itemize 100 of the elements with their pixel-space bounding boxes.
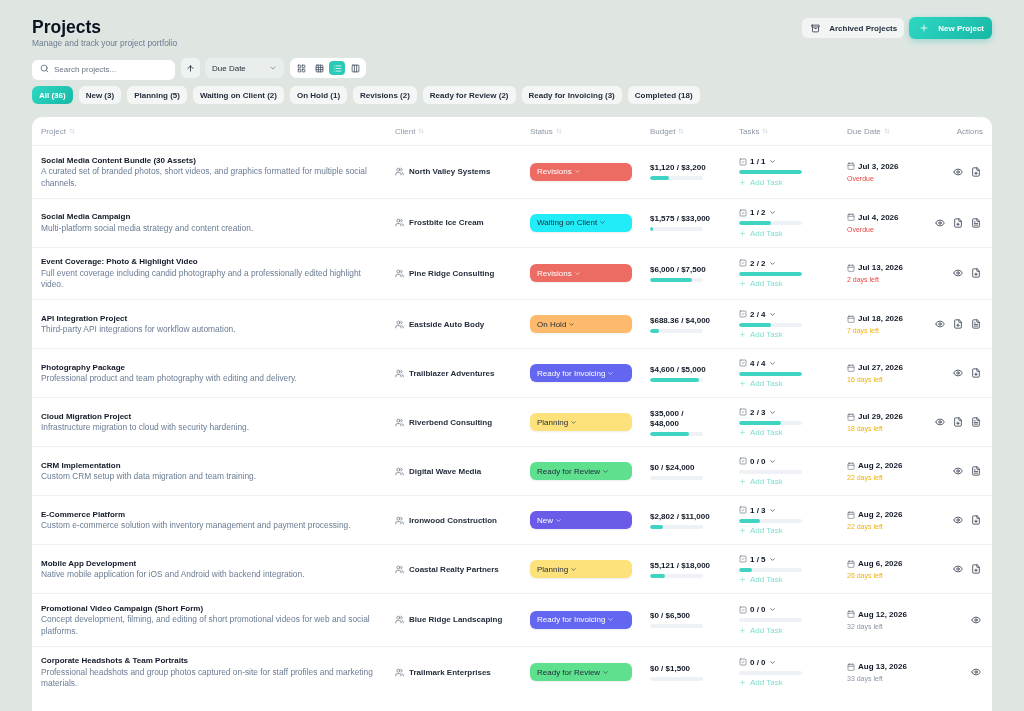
filter-chip[interactable]: Waiting on Client (2) bbox=[192, 86, 284, 104]
add-file-button[interactable] bbox=[969, 164, 983, 179]
task-count-toggle[interactable]: 1 / 5 bbox=[739, 553, 776, 565]
due-date: Aug 12, 2026 bbox=[858, 608, 907, 620]
users-icon bbox=[395, 667, 404, 677]
task-count-toggle[interactable]: 2 / 3 bbox=[739, 406, 776, 418]
plus-icon bbox=[739, 331, 746, 338]
status-dropdown[interactable]: On Hold bbox=[530, 315, 632, 333]
calendar-icon bbox=[847, 314, 855, 323]
status-dropdown[interactable]: Planning bbox=[530, 560, 632, 578]
task-count-toggle[interactable]: 4 / 4 bbox=[739, 357, 776, 369]
users-icon bbox=[395, 466, 404, 476]
budget-amount: $4,600 / $5,000 bbox=[650, 364, 706, 375]
eye-icon bbox=[935, 417, 945, 427]
chevron-down-icon bbox=[768, 606, 776, 614]
add-file-button[interactable] bbox=[969, 366, 983, 380]
document-button[interactable] bbox=[969, 415, 983, 429]
document-button[interactable] bbox=[969, 317, 983, 331]
checkbox-icon bbox=[739, 506, 747, 514]
task-count-toggle[interactable]: 2 / 4 bbox=[739, 308, 776, 320]
task-count-toggle[interactable]: 2 / 2 bbox=[739, 257, 776, 269]
filter-chip[interactable]: Completed (18) bbox=[627, 86, 700, 104]
archive-icon bbox=[811, 23, 821, 33]
calendar-icon bbox=[847, 363, 855, 372]
add-file-button[interactable] bbox=[969, 562, 983, 576]
filter-chip[interactable]: On Hold (1) bbox=[289, 86, 348, 104]
column-header: Actions bbox=[956, 126, 983, 136]
task-count-toggle[interactable]: 1 / 3 bbox=[739, 504, 776, 516]
add-file-button[interactable] bbox=[951, 415, 965, 429]
plus-icon bbox=[739, 679, 746, 687]
list-icon bbox=[332, 63, 342, 73]
eye-icon bbox=[971, 667, 981, 678]
checkbox-icon bbox=[739, 555, 747, 563]
budget-amount: $0 / $1,500 bbox=[650, 663, 691, 674]
document-icon bbox=[971, 466, 981, 476]
calendar-icon bbox=[847, 662, 855, 671]
checkbox-icon bbox=[739, 408, 747, 416]
status-dropdown[interactable]: Waiting on Client bbox=[530, 213, 632, 232]
sort-select[interactable]: Due Date bbox=[205, 58, 284, 78]
filter-chip[interactable]: Planning (5) bbox=[127, 86, 187, 104]
status-dropdown[interactable]: Ready for Invoicing bbox=[530, 364, 632, 382]
due-date: Jul 29, 2026 bbox=[858, 411, 903, 422]
project-title: Promotional Video Campaign (Short Form) bbox=[41, 602, 204, 614]
status-dropdown[interactable]: Ready for Review bbox=[530, 663, 632, 682]
plus-icon bbox=[739, 178, 746, 186]
client-name: Eastside Auto Body bbox=[409, 319, 485, 329]
filter-chip[interactable]: New (3) bbox=[78, 86, 122, 104]
sort-direction-button[interactable] bbox=[181, 58, 200, 78]
filter-chip[interactable]: Ready for Invoicing (3) bbox=[521, 86, 622, 104]
filter-chip[interactable]: Ready for Review (2) bbox=[422, 86, 516, 104]
add-file-button[interactable] bbox=[969, 513, 983, 527]
task-count-toggle[interactable]: 1 / 2 bbox=[739, 207, 776, 218]
task-count-toggle[interactable]: 0 / 0 bbox=[739, 656, 776, 668]
calendar-icon bbox=[847, 162, 855, 171]
chevron-down-icon bbox=[768, 310, 776, 318]
file-plus-icon bbox=[953, 217, 963, 228]
checkbox-icon bbox=[739, 359, 747, 367]
add-file-button[interactable] bbox=[969, 266, 983, 281]
calendar-icon bbox=[847, 461, 855, 470]
plus-icon bbox=[919, 23, 930, 33]
add-file-button[interactable] bbox=[951, 317, 965, 331]
status-dropdown[interactable]: Ready for Invoicing bbox=[530, 610, 632, 629]
task-count-toggle[interactable]: 0 / 0 bbox=[739, 604, 776, 616]
filter-chip[interactable]: Revisions (2) bbox=[353, 86, 417, 104]
client-name: Frostbite Ice Cream bbox=[409, 218, 484, 227]
status-dropdown[interactable]: New bbox=[530, 511, 632, 529]
file-plus-icon bbox=[953, 319, 963, 329]
status-dropdown[interactable]: Ready for Review bbox=[530, 462, 632, 480]
project-title: Mobile App Development bbox=[41, 557, 137, 569]
due-date: Jul 13, 2026 bbox=[858, 262, 903, 274]
calendar-icon bbox=[847, 213, 855, 221]
checkbox-icon bbox=[739, 157, 747, 166]
add-file-button[interactable] bbox=[951, 215, 965, 230]
eye-icon bbox=[953, 368, 963, 378]
chevron-down-icon bbox=[768, 158, 776, 166]
document-button[interactable] bbox=[969, 215, 983, 230]
search-field[interactable]: Search projects... bbox=[32, 59, 175, 80]
task-progress-track bbox=[739, 170, 802, 175]
plus-icon bbox=[739, 380, 746, 387]
archived-projects-button[interactable]: Archived Projects bbox=[802, 18, 905, 38]
task-count-toggle[interactable]: 0 / 0 bbox=[739, 455, 776, 467]
project-title: Corporate Headshots & Team Portraits bbox=[41, 655, 188, 667]
plus-icon bbox=[739, 626, 746, 634]
chevron-down-icon bbox=[607, 616, 615, 624]
project-description: Third-party API integrations for workflow automation. bbox=[41, 324, 236, 336]
budget-amount: $1,575 / $33,000 bbox=[650, 214, 711, 224]
page-subtitle: Manage and track your project portfolio bbox=[32, 38, 178, 49]
view-toggle[interactable] bbox=[329, 61, 345, 75]
chevron-down-icon bbox=[555, 516, 562, 524]
task-count-toggle[interactable]: 1 / 1 bbox=[739, 156, 776, 168]
file-plus-icon bbox=[953, 417, 963, 427]
users-icon bbox=[395, 368, 404, 378]
chevron-down-icon bbox=[573, 168, 581, 176]
document-button[interactable] bbox=[969, 464, 983, 478]
file-plus-icon bbox=[971, 166, 981, 177]
users-icon bbox=[395, 564, 404, 574]
client-name: Blue Ridge Landscaping bbox=[409, 615, 503, 625]
project-description: Multi-platform social media strategy and content creation. bbox=[41, 222, 254, 234]
status-dropdown[interactable]: Planning bbox=[530, 413, 632, 431]
eye-icon bbox=[953, 564, 963, 574]
